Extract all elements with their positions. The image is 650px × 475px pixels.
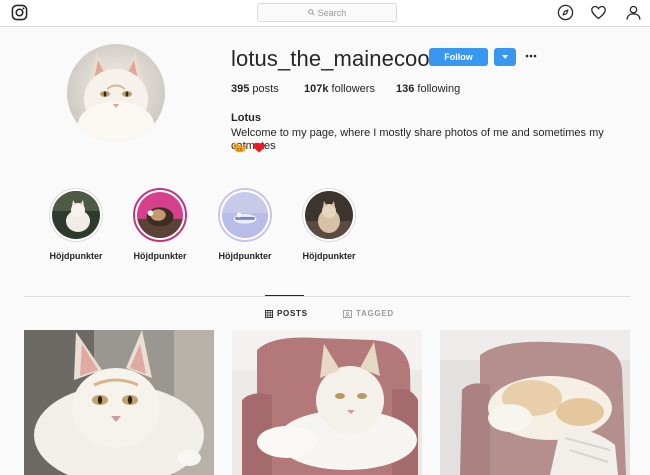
cat-emoji <box>233 142 247 153</box>
highlight-item[interactable]: Höjdpunkter <box>36 188 116 261</box>
profile-bio: Welcome to my page, where I mostly share… <box>231 127 604 152</box>
post-thumbnail[interactable] <box>440 330 630 475</box>
heart-icon[interactable] <box>590 4 607 21</box>
highlight-ring <box>302 188 356 242</box>
more-options-button[interactable] <box>524 49 538 63</box>
highlight-cover <box>305 191 353 239</box>
cat-photo <box>67 44 165 142</box>
search-placeholder: Search <box>317 7 347 18</box>
highlight-label: Höjdpunkter <box>49 251 103 261</box>
search-icon <box>307 9 315 16</box>
suggestions-dropdown-button[interactable] <box>494 48 516 66</box>
highlight-cover <box>222 192 268 238</box>
tab-posts[interactable]: POSTS <box>265 309 308 318</box>
highlight-label: Höjdpunkter <box>133 251 187 261</box>
follow-button[interactable]: Follow <box>429 48 488 66</box>
highlight-label: Höjdpunkter <box>302 251 356 261</box>
profile-avatar[interactable] <box>67 44 165 142</box>
bio-emojis <box>232 141 265 153</box>
post-thumbnail[interactable] <box>24 330 214 475</box>
tab-posts-label: POSTS <box>277 309 308 318</box>
grid-icon <box>265 309 273 318</box>
highlight-ring <box>133 188 187 242</box>
profile-username: lotus_the_mainecoon <box>231 46 443 71</box>
profile-full-name: Lotus <box>231 112 261 124</box>
highlight-item[interactable]: Höjdpunkter <box>205 188 285 261</box>
post-image <box>24 330 214 475</box>
person-icon[interactable] <box>625 4 642 21</box>
following-link[interactable]: 136 following <box>396 83 460 95</box>
highlight-cover <box>52 191 100 239</box>
tabs-divider <box>24 296 630 297</box>
active-tab-indicator <box>265 295 304 296</box>
chevron-down-icon <box>502 55 508 59</box>
top-navigation-bar: Search <box>0 0 650 27</box>
highlight-item[interactable]: Höjdpunkter <box>120 188 200 261</box>
posts-count: 395 posts <box>231 83 279 95</box>
tab-tagged[interactable]: TAGGED <box>343 309 394 318</box>
highlight-ring <box>49 188 103 242</box>
instagram-logo-icon[interactable] <box>11 4 28 21</box>
tab-tagged-label: TAGGED <box>356 309 394 318</box>
post-thumbnail[interactable] <box>232 330 422 475</box>
post-image <box>440 330 630 475</box>
post-image <box>232 330 422 475</box>
highlight-ring <box>218 188 272 242</box>
tagged-icon <box>343 309 352 318</box>
compass-icon[interactable] <box>557 4 574 21</box>
red-heart-emoji <box>253 142 265 152</box>
highlight-label: Höjdpunkter <box>218 251 272 261</box>
followers-link[interactable]: 107k followers <box>304 83 375 95</box>
highlight-item[interactable]: Höjdpunkter <box>289 188 369 261</box>
highlight-cover <box>137 192 183 238</box>
ellipsis-icon <box>525 54 537 58</box>
search-input[interactable]: Search <box>257 3 397 22</box>
